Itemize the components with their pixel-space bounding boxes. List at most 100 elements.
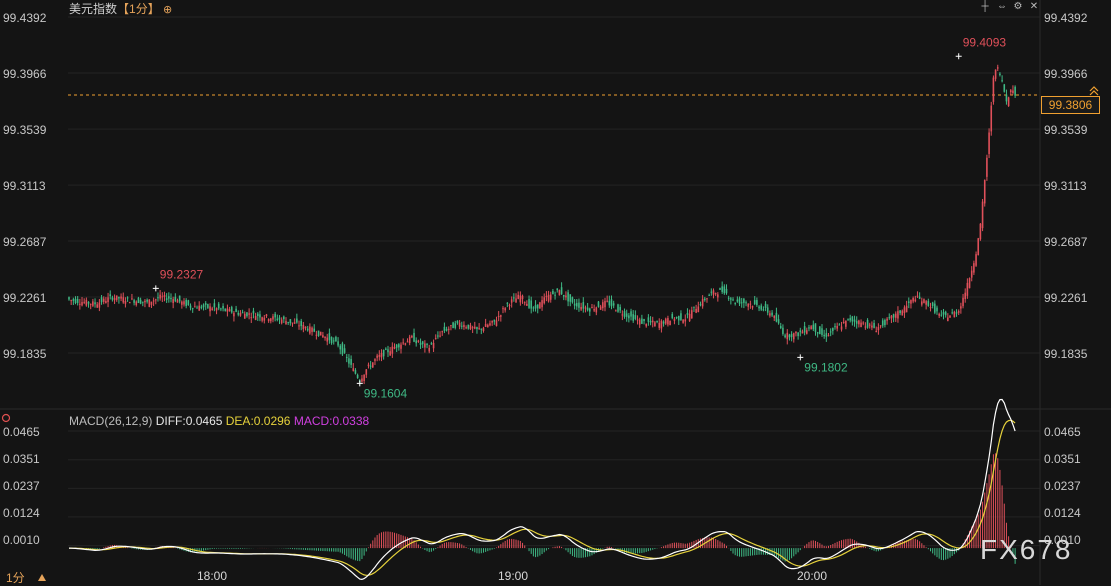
candle-body	[782, 327, 784, 334]
candle-body	[829, 331, 832, 333]
candle-body	[875, 330, 878, 333]
candle-body	[719, 288, 721, 290]
candle-body	[931, 302, 934, 307]
current-price-label: 99.3806	[1041, 96, 1100, 114]
chart-canvas[interactable]: 99.2327 99.1604 99.1802 99.4093	[0, 0, 1111, 585]
candle-body	[823, 334, 825, 337]
price-annotation: 99.1604	[364, 386, 408, 400]
candle-body	[1003, 84, 1006, 92]
price-axis-label-right: 99.1835	[1044, 347, 1088, 361]
candle-body	[515, 298, 517, 303]
settings-icon[interactable]: ⚙	[1011, 0, 1025, 13]
close-icon[interactable]: ✕	[1027, 0, 1041, 13]
candle-body	[630, 311, 632, 317]
price-axis-label-right: 99.3113	[1044, 179, 1087, 193]
crosshair-icon[interactable]: ┼	[978, 0, 992, 13]
candle-body	[196, 307, 198, 309]
candle-body	[239, 313, 242, 316]
candle-body	[864, 326, 867, 328]
candle-body	[248, 313, 250, 315]
candle-body	[237, 312, 240, 315]
candle-body	[426, 343, 428, 345]
candle-body	[376, 355, 378, 358]
candle-body	[102, 298, 105, 302]
price-axis-label-right: 99.4392	[1044, 11, 1088, 25]
candle-body	[838, 324, 841, 326]
candle-body	[916, 295, 919, 297]
candle-body	[849, 318, 851, 321]
candle-body	[504, 308, 506, 311]
candle-body	[762, 309, 765, 311]
candle-body	[181, 301, 183, 305]
candle-body	[936, 307, 938, 312]
candle-body	[808, 327, 810, 329]
candle-body	[827, 335, 830, 337]
candle-body	[148, 299, 151, 307]
candle-body	[582, 302, 585, 309]
candle-body	[1001, 80, 1003, 82]
candle-body	[944, 311, 947, 316]
candle-body	[215, 308, 218, 311]
candle-body	[764, 303, 767, 309]
candle-body	[107, 297, 109, 303]
candle-body	[454, 323, 457, 328]
candle-body	[352, 368, 355, 371]
candle-body	[795, 331, 797, 334]
candle-body	[202, 304, 205, 308]
candle-body	[263, 317, 266, 321]
macd-axis-label-right: 0.0351	[1044, 452, 1081, 466]
candle-body	[161, 296, 164, 298]
candle-body	[890, 315, 893, 319]
candle-body	[159, 294, 161, 299]
candle-body	[573, 303, 576, 306]
candle-body	[204, 303, 207, 305]
candle-body	[569, 294, 572, 302]
candle-body	[632, 314, 634, 321]
candle-body	[76, 298, 79, 303]
candle-body	[241, 312, 244, 314]
candle-body	[259, 314, 261, 318]
price-annotation: 99.4093	[963, 35, 1007, 49]
candle-body	[964, 292, 967, 300]
candle-body	[697, 306, 700, 313]
candle-body	[595, 307, 598, 313]
candle-body	[94, 302, 96, 305]
candle-body	[217, 303, 220, 309]
indicator-settings-icon[interactable]	[1, 413, 11, 423]
extreme-marker-icon	[152, 285, 159, 292]
candle-body	[957, 311, 960, 313]
candle-body	[727, 297, 730, 299]
candle-body	[317, 330, 320, 336]
add-compare-icon[interactable]: ⊕	[163, 4, 172, 16]
period-selector[interactable]: 1分	[6, 569, 25, 586]
candle-body	[372, 362, 374, 368]
candle-body	[328, 333, 331, 341]
candle-body	[408, 336, 411, 344]
candle-body	[141, 301, 144, 303]
candle-body	[530, 300, 533, 309]
candle-body	[70, 300, 72, 302]
candle-body	[124, 300, 127, 304]
candle-body	[434, 337, 437, 339]
candle-body	[983, 180, 986, 204]
candle-body	[74, 298, 77, 304]
candle-body	[881, 320, 884, 326]
candle-body	[491, 320, 493, 323]
candle-body	[391, 346, 394, 354]
candle-body	[721, 286, 723, 292]
period-arrow-icon[interactable]	[38, 574, 46, 581]
candle-body	[105, 301, 107, 303]
candle-body	[680, 313, 682, 321]
candle-body	[636, 319, 639, 321]
candle-body	[970, 270, 973, 278]
candle-body	[736, 299, 739, 302]
candle-body	[495, 320, 498, 326]
expand-icon[interactable]: ⇔	[995, 0, 1009, 13]
candle-body	[571, 297, 574, 303]
candle-body	[884, 320, 886, 326]
candle-body	[382, 349, 385, 357]
candle-body	[111, 297, 114, 300]
candle-body	[992, 77, 995, 102]
candle-body	[738, 298, 741, 304]
candle-body	[230, 307, 233, 313]
